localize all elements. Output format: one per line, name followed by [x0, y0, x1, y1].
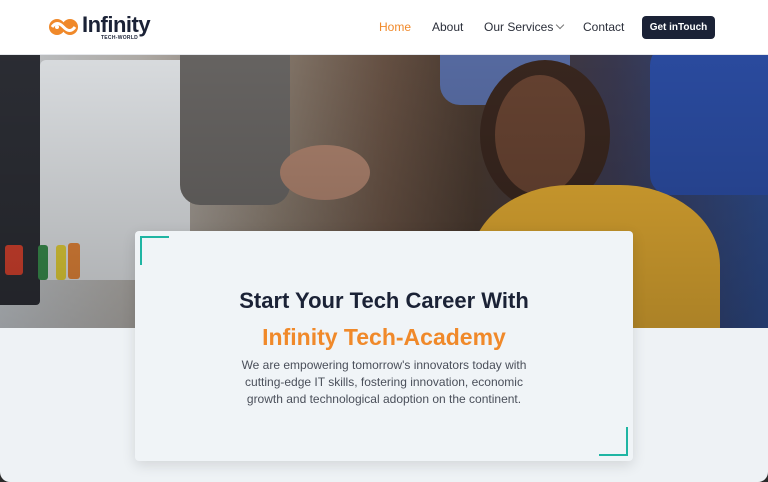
hero-title-line2: Infinity Tech-Academy	[262, 324, 506, 350]
nav-about-link[interactable]: About	[432, 20, 463, 34]
infinity-logo-icon	[48, 16, 80, 38]
page: Infinity TECH-WORLD Home About Our Servi…	[0, 0, 768, 482]
nav-services-dropdown[interactable]: Our Services	[484, 20, 565, 34]
chevron-down-icon	[556, 20, 565, 30]
hero-title-line1: Start Your Tech Career With	[239, 288, 529, 313]
brand-logo[interactable]: Infinity TECH-WORLD	[48, 12, 151, 42]
top-navbar: Infinity TECH-WORLD Home About Our Servi…	[0, 0, 768, 55]
nav-contact-link[interactable]: Contact	[583, 20, 624, 34]
corner-accent-top-left	[140, 236, 169, 265]
hero-description: We are empowering tomorrow's innovators …	[241, 358, 527, 406]
brand-tagline: TECH-WORLD	[100, 35, 139, 41]
nav-home-link[interactable]: Home	[379, 20, 411, 34]
brand-name: Infinity	[82, 12, 151, 37]
get-in-touch-button[interactable]: Get inTouch	[642, 16, 715, 39]
corner-accent-bottom-right	[599, 427, 628, 456]
hero-card: Start Your Tech Career With Infinity Tec…	[135, 231, 633, 461]
nav-services-label: Our Services	[484, 20, 554, 34]
